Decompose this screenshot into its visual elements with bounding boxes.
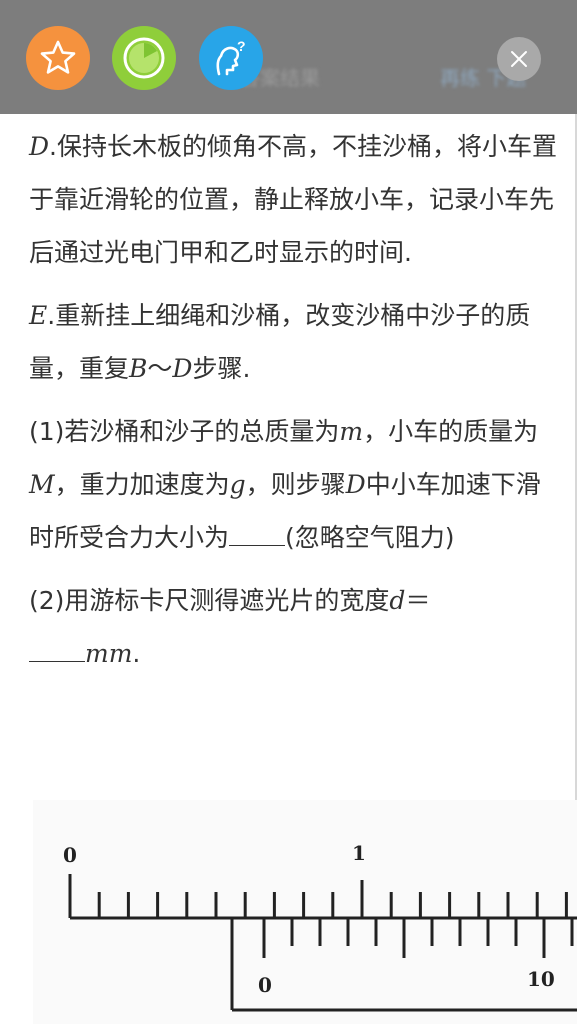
step-e-text: .重新挂上细绳和沙桶，改变沙桶中沙子的质量，重复 <box>29 301 531 383</box>
equals-sign: ＝ <box>405 586 431 615</box>
q1-text: (1)若沙桶和沙子的总质量为 <box>29 417 340 446</box>
var-d-small: d <box>389 586 406 615</box>
q1-note: (忽略空气阻力) <box>285 523 455 552</box>
close-button[interactable] <box>497 37 541 81</box>
vernier-caliper-drawing: 0 1 0 10 <box>63 841 577 1012</box>
unit-mm: mm <box>85 639 133 668</box>
step-d-paragraph: D.保持长木板的倾角不高，不挂沙桶，将小车置于靠近滑轮的位置，静止释放小车，记录… <box>29 120 559 279</box>
var-M: M <box>29 470 55 499</box>
step-e-text-end: 步骤. <box>192 354 251 383</box>
step-letter: E <box>29 301 48 330</box>
question-page: { "toolbar": { "favorite_icon": "star-ic… <box>0 0 577 1024</box>
vernier-label-10: 10 <box>527 967 555 991</box>
var-g: g <box>229 470 246 499</box>
main-scale-label-1: 1 <box>352 841 366 865</box>
step-d-text: .保持长木板的倾角不高，不挂沙桶，将小车置于靠近滑轮的位置，静止释放小车，记录小… <box>29 132 557 267</box>
q1-text: ，小车的质量为 <box>363 417 539 446</box>
main-scale-ticks <box>97 880 568 918</box>
answer-blank[interactable] <box>29 641 85 662</box>
svg-text:?: ? <box>237 38 246 54</box>
help-person-icon: ? <box>216 38 246 76</box>
timer-icon <box>123 37 165 79</box>
favorite-button[interactable] <box>26 26 90 90</box>
var-b: B <box>129 354 148 383</box>
close-icon <box>511 51 527 67</box>
star-icon <box>40 40 76 74</box>
var-d: D <box>345 470 366 499</box>
top-toolbar-overlay: 答案结果 再练 下题 ? <box>0 0 577 114</box>
question-2: (2)用游标卡尺测得遮光片的宽度d＝ mm. <box>29 574 559 680</box>
step-letter: D <box>29 132 50 161</box>
q1-text: ，则步骤 <box>245 470 346 499</box>
q1-text: ，重力加速度为 <box>54 470 230 499</box>
step-e-paragraph: E.重新挂上细绳和沙桶，改变沙桶中沙子的质量，重复B～D步骤. <box>29 289 559 395</box>
q2-text: (2)用游标卡尺测得遮光片的宽度 <box>29 586 390 615</box>
timer-button[interactable] <box>112 26 176 90</box>
help-button[interactable]: ? <box>199 26 263 90</box>
var-m: m <box>339 417 364 446</box>
tilde: ～ <box>147 354 173 383</box>
question-1: (1)若沙桶和沙子的总质量为m，小车的质量为M，重力加速度为g，则步骤D中小车加… <box>29 405 559 564</box>
period: . <box>132 639 141 668</box>
vernier-scale-ticks <box>262 918 574 958</box>
main-scale-label-0: 0 <box>63 843 77 867</box>
vernier-label-0: 0 <box>258 973 272 997</box>
vernier-caliper-figure: 0 1 0 10 <box>33 800 577 1024</box>
var-d: D <box>172 354 193 383</box>
question-content: D.保持长木板的倾角不高，不挂沙桶，将小车置于靠近滑轮的位置，静止释放小车，记录… <box>29 114 559 686</box>
answer-blank[interactable] <box>229 525 286 546</box>
